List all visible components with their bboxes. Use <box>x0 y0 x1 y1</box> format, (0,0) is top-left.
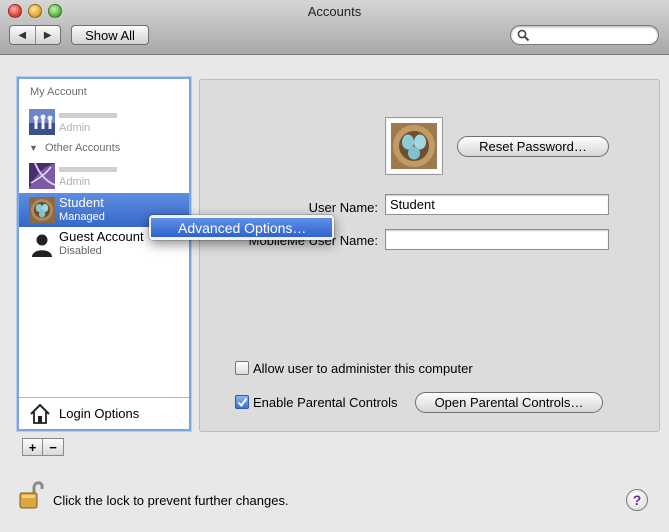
window-title: Accounts <box>307 4 362 19</box>
unlocked-padlock-icon <box>19 481 44 509</box>
reset-password-button[interactable]: Reset Password… <box>457 136 609 157</box>
student-name: Student <box>59 195 104 210</box>
checkmark-icon <box>237 397 248 408</box>
other-accounts-header: Other Accounts <box>45 142 121 154</box>
house-icon <box>30 403 50 424</box>
student-status: Managed <box>59 211 105 223</box>
add-user-button[interactable]: + <box>22 438 43 456</box>
add-remove-controls: + − <box>22 438 64 456</box>
disclosure-triangle-icon[interactable]: ▼ <box>29 143 38 153</box>
back-arrow-icon: ◀ <box>18 29 27 41</box>
user-picture-icon <box>29 109 55 135</box>
allow-admin-checkbox[interactable] <box>235 361 249 375</box>
login-options-item[interactable]: Login Options <box>19 397 189 429</box>
guest-silhouette-icon <box>32 234 52 257</box>
forward-button[interactable]: ▶ <box>34 26 61 44</box>
other-account-role: Admin <box>59 176 91 188</box>
redacted-user-name <box>59 113 117 118</box>
lock-status-text: Click the lock to prevent further change… <box>53 493 289 508</box>
login-options-label: Login Options <box>59 406 140 421</box>
show-all-button[interactable]: Show All <box>71 25 149 45</box>
help-button[interactable]: ? <box>626 489 648 511</box>
open-parental-controls-button[interactable]: Open Parental Controls… <box>415 392 603 413</box>
mobileme-user-name-field[interactable] <box>385 229 609 250</box>
enable-parental-controls-label: Enable Parental Controls <box>253 395 398 410</box>
context-menu: Advanced Options… <box>149 215 334 240</box>
navigation-segmented-control: ◀ ▶ <box>9 25 61 45</box>
forward-arrow-icon: ▶ <box>43 29 52 41</box>
my-account-role: Admin <box>59 122 91 134</box>
remove-user-button[interactable]: − <box>43 438 64 456</box>
back-button[interactable]: ◀ <box>10 26 35 44</box>
user-list[interactable]: My Account Admin ▼ Other Accounts Admin <box>17 77 191 431</box>
search-input[interactable] <box>533 28 651 42</box>
bird-nest-picture-icon <box>29 197 55 223</box>
user-name-field[interactable]: Student <box>385 194 609 215</box>
guest-name: Guest Account <box>59 229 144 244</box>
account-detail-pane: Reset Password… User Name: Student Mobil… <box>199 79 660 432</box>
enable-parental-controls-checkbox[interactable] <box>235 395 249 409</box>
search-icon <box>517 29 530 42</box>
search-field[interactable] <box>510 25 659 45</box>
menu-item-advanced-options[interactable]: Advanced Options… <box>151 218 332 237</box>
guest-status: Disabled <box>59 245 102 257</box>
title-bar: Accounts ◀ ▶ Show All <box>0 0 669 55</box>
user-name-label: User Name: <box>308 200 378 215</box>
user-picture-well[interactable] <box>385 117 443 175</box>
redacted-user-name <box>59 167 117 172</box>
my-account-header: My Account <box>30 86 87 98</box>
user-picture-icon <box>29 163 55 189</box>
user-item-other[interactable]: Admin <box>19 159 189 193</box>
bird-nest-picture-icon <box>391 123 437 169</box>
user-item-my-account[interactable]: Admin <box>19 105 189 139</box>
allow-admin-label: Allow user to administer this computer <box>253 361 473 376</box>
